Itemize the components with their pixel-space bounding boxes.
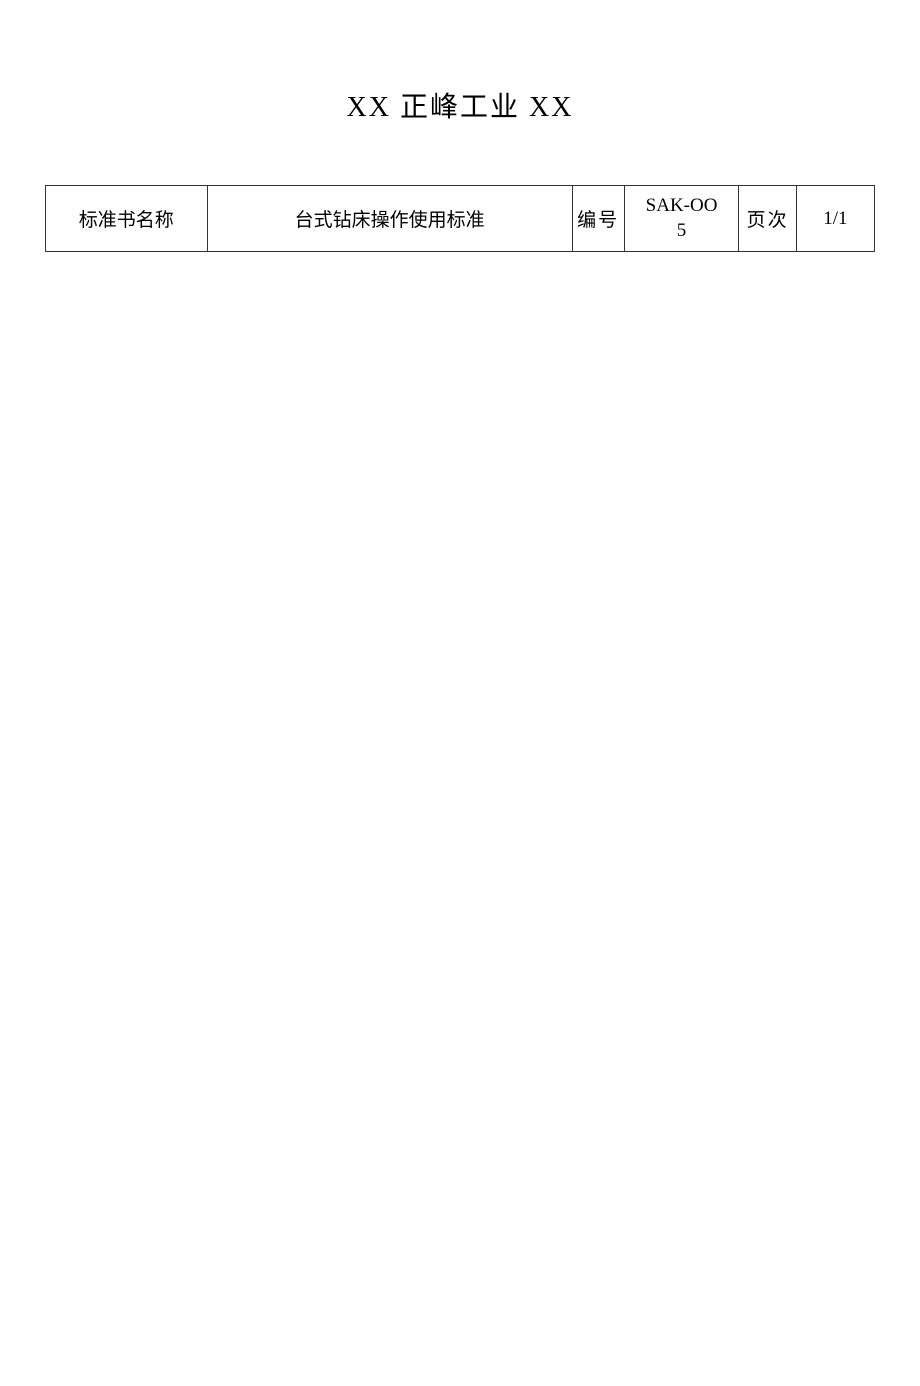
document-number-line1: SAK-OO [627,194,737,219]
standard-name-label: 标准书名称 [46,186,208,252]
standard-name-value: 台式钻床操作使用标准 [207,186,572,252]
page-number-label: 页次 [739,186,796,252]
document-number-line2: 5 [627,219,737,244]
document-number-value: SAK-OO 5 [624,186,739,252]
page-title: XX 正峰工业 XX [0,85,920,125]
document-number-label: 编号 [572,186,624,252]
page-number-value: 1/1 [796,186,874,252]
document-header-table: 标准书名称 台式钻床操作使用标准 编号 SAK-OO 5 页次 1/1 [45,185,875,252]
table-row: 标准书名称 台式钻床操作使用标准 编号 SAK-OO 5 页次 1/1 [46,186,875,252]
